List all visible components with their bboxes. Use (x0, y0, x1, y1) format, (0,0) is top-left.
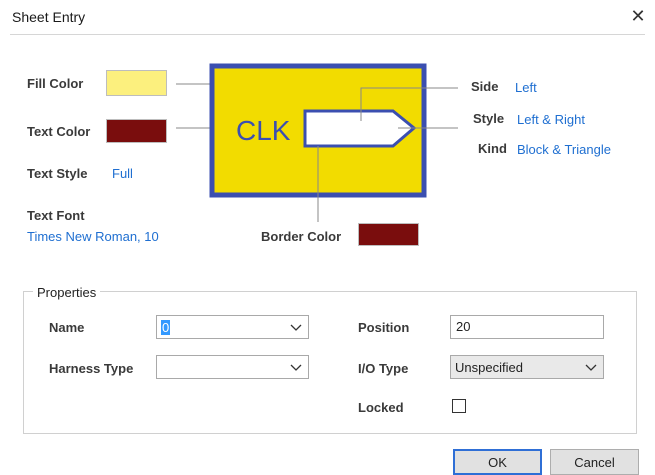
name-label: Name (49, 320, 85, 335)
ok-button[interactable]: OK (453, 449, 542, 475)
sheet-entry-shape (303, 109, 417, 148)
name-value[interactable]: 0 (161, 319, 171, 335)
border-color-label: Border Color (261, 229, 342, 244)
chevron-down-icon[interactable] (585, 362, 597, 372)
properties-group-title: Properties (33, 285, 101, 300)
sheet-entry-preview: CLK (176, 63, 458, 222)
io-type-combobox[interactable]: Unspecified (450, 355, 604, 379)
chevron-down-icon[interactable] (290, 362, 302, 372)
side-value[interactable]: Left (515, 80, 537, 95)
border-color-swatch[interactable] (358, 223, 419, 246)
position-input[interactable]: 20 (450, 315, 604, 339)
locked-checkbox[interactable] (452, 399, 466, 413)
style-value[interactable]: Left & Right (517, 112, 585, 127)
style-label: Style (473, 111, 505, 126)
harness-type-combobox[interactable] (156, 355, 309, 379)
side-label: Side (471, 79, 499, 94)
cancel-button[interactable]: Cancel (550, 449, 639, 475)
kind-label: Kind (478, 141, 507, 156)
locked-label: Locked (358, 400, 404, 415)
position-label: Position (358, 320, 410, 335)
io-type-label: I/O Type (358, 361, 409, 376)
io-type-value[interactable]: Unspecified (455, 360, 523, 375)
harness-type-label: Harness Type (49, 361, 134, 376)
name-combobox[interactable]: 0 (156, 315, 309, 339)
kind-value[interactable]: Block & Triangle (517, 142, 611, 157)
chevron-down-icon[interactable] (290, 322, 302, 332)
sheet-entry-text: CLK (236, 115, 291, 146)
